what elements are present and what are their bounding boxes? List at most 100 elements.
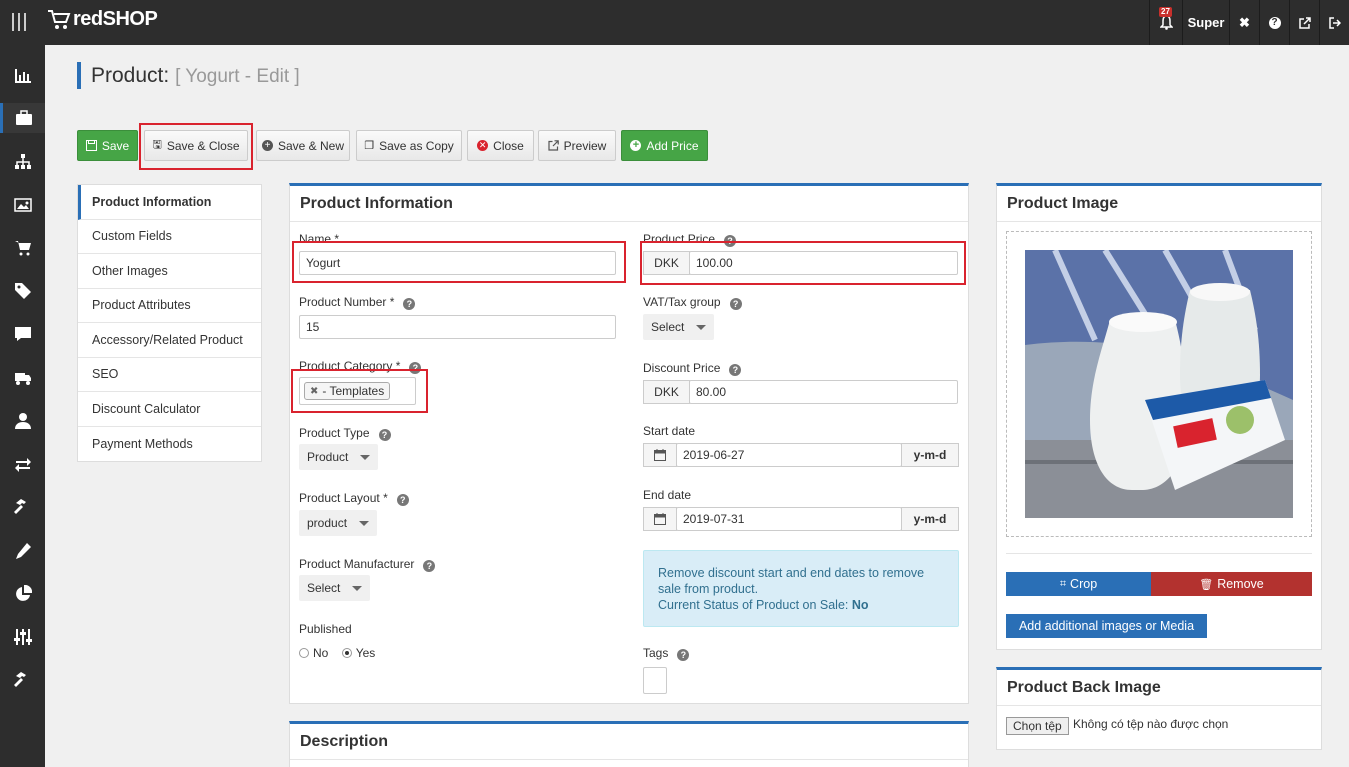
help-icon[interactable]: ? [729, 298, 742, 310]
add-price-label: Add Price [646, 138, 699, 153]
user-icon [14, 413, 31, 429]
help-icon[interactable]: ? [423, 560, 436, 572]
add-media-button[interactable]: Add additional images or Media [1006, 614, 1207, 638]
sidebar-item-import-export[interactable] [0, 449, 45, 479]
crop-label: Crop [1070, 577, 1098, 591]
sidebar-item-shipping[interactable] [0, 363, 45, 393]
tab-seo[interactable]: SEO [78, 358, 261, 392]
choose-file-button[interactable]: Chọn tệp [1006, 717, 1069, 735]
help-icon[interactable]: ? [677, 649, 690, 661]
sitemap-icon [14, 154, 31, 169]
chevron-down-icon [359, 520, 370, 526]
close-circle-icon: ✕ [477, 140, 489, 151]
copy-icon: ❐ [364, 140, 375, 152]
sidebar-item-communication[interactable] [0, 319, 45, 349]
sidebar-item-extensions[interactable] [0, 665, 45, 695]
tab-other-images[interactable]: Other Images [78, 254, 261, 289]
sidebar-item-tools[interactable] [0, 492, 45, 522]
vat-select[interactable]: Select [643, 314, 715, 340]
logout-icon[interactable] [1319, 0, 1349, 45]
tab-accessory-related[interactable]: Accessory/Related Product [78, 323, 261, 358]
user-menu[interactable]: Super [1182, 0, 1229, 45]
published-label: Published [299, 622, 352, 636]
product-photo [1025, 250, 1293, 518]
published-yes-label[interactable]: Yes [356, 646, 376, 660]
published-no-radio[interactable] [299, 648, 309, 658]
published-yes-radio[interactable] [341, 648, 352, 658]
sidebar-item-discounts[interactable] [0, 276, 45, 306]
sidebar-item-products[interactable] [0, 103, 45, 133]
manufacturer-label: Product Manufacturer? [299, 557, 436, 572]
sidebar-item-media[interactable] [0, 190, 45, 220]
save-button[interactable]: Save [77, 130, 138, 161]
save-copy-button[interactable]: ❐ Save as Copy [356, 130, 462, 161]
sidebar [0, 45, 45, 767]
tab-custom-fields[interactable]: Custom Fields [78, 220, 261, 254]
close-button[interactable]: ✕ Close [467, 130, 534, 161]
help-icon[interactable]: ? [729, 364, 742, 376]
published-no-label[interactable]: No [313, 646, 328, 660]
save-icon [85, 140, 97, 151]
crop-button[interactable]: ⌗ Crop [1006, 572, 1151, 596]
product-type-select[interactable]: Product [299, 444, 379, 470]
add-price-button[interactable]: + Add Price [621, 130, 708, 161]
product-type-value: Product [307, 450, 349, 464]
tab-product-attributes[interactable]: Product Attributes [78, 289, 261, 323]
product-layout-select[interactable]: product [299, 510, 378, 536]
sidebar-item-categories[interactable] [0, 147, 45, 177]
sidebar-item-reports[interactable] [0, 579, 45, 609]
tab-payment-methods[interactable]: Payment Methods [78, 427, 261, 462]
calendar-button[interactable] [643, 443, 677, 467]
tags-label: Tags? [643, 646, 690, 661]
manufacturer-select[interactable]: Select [299, 575, 371, 601]
product-number-input[interactable]: 15 [299, 315, 616, 339]
end-date-input[interactable]: 2019-07-31 [676, 507, 902, 531]
notifications-button[interactable]: 27 [1149, 0, 1182, 45]
tags-input[interactable] [643, 667, 667, 694]
chevron-down-icon [352, 585, 363, 591]
product-type-label: Product Type? [299, 426, 391, 441]
sale-info-box: Remove discount start and end dates to r… [643, 550, 959, 627]
sidebar-item-statistics[interactable] [0, 61, 45, 91]
back-image-panel: Product Back Image [996, 667, 1322, 750]
help-icon[interactable]: ? [378, 429, 391, 441]
sale-status-label: Current Status of Product on Sale: [658, 598, 849, 612]
plus-circle-icon: + [261, 140, 273, 151]
tag-icon [14, 283, 31, 299]
trash-icon: 🗑 [1199, 578, 1214, 591]
vat-value: Select [651, 320, 685, 334]
exchange-icon [14, 458, 31, 472]
page-title-subtitle: [ Yogurt - Edit ] [175, 66, 300, 87]
discount-price-input[interactable]: 80.00 [689, 380, 958, 404]
save-new-button[interactable]: + Save & New [256, 130, 350, 161]
menu-toggle-icon[interactable] [12, 13, 28, 31]
header-accent [77, 62, 81, 89]
chevron-down-icon [360, 454, 371, 460]
tab-product-information[interactable]: Product Information [78, 185, 261, 220]
calendar-button[interactable] [643, 507, 677, 531]
joomla-icon[interactable]: ✖ [1229, 0, 1259, 45]
help-icon[interactable]: ? [403, 298, 416, 310]
sidebar-item-configuration[interactable] [0, 622, 45, 652]
external-link-icon[interactable] [1289, 0, 1319, 45]
sidebar-item-customization[interactable] [0, 536, 45, 566]
page-title: Product: [ Yogurt - Edit ] [91, 64, 300, 88]
top-bar: redSHOP 27 Super ✖ ? [0, 0, 1349, 45]
product-type-label-text: Product Type [299, 426, 370, 440]
tags-label-text: Tags [643, 646, 669, 660]
sidebar-item-users[interactable] [0, 406, 45, 436]
remove-button[interactable]: 🗑 Remove [1151, 572, 1312, 596]
image-divider [1006, 553, 1312, 554]
preview-button[interactable]: Preview [538, 130, 616, 161]
sidebar-item-orders[interactable] [0, 233, 45, 263]
close-label: Close [493, 138, 524, 153]
back-image-title: Product Back Image [997, 670, 1321, 706]
help-icon[interactable]: ? [1259, 0, 1289, 45]
start-date-label: Start date [643, 424, 696, 438]
preview-label: Preview [563, 138, 607, 153]
pencil-icon [15, 543, 31, 559]
help-icon[interactable]: ? [396, 494, 409, 506]
brand-logo[interactable]: redSHOP [47, 8, 158, 31]
tab-discount-calculator[interactable]: Discount Calculator [78, 392, 261, 427]
start-date-input[interactable]: 2019-06-27 [676, 443, 902, 467]
